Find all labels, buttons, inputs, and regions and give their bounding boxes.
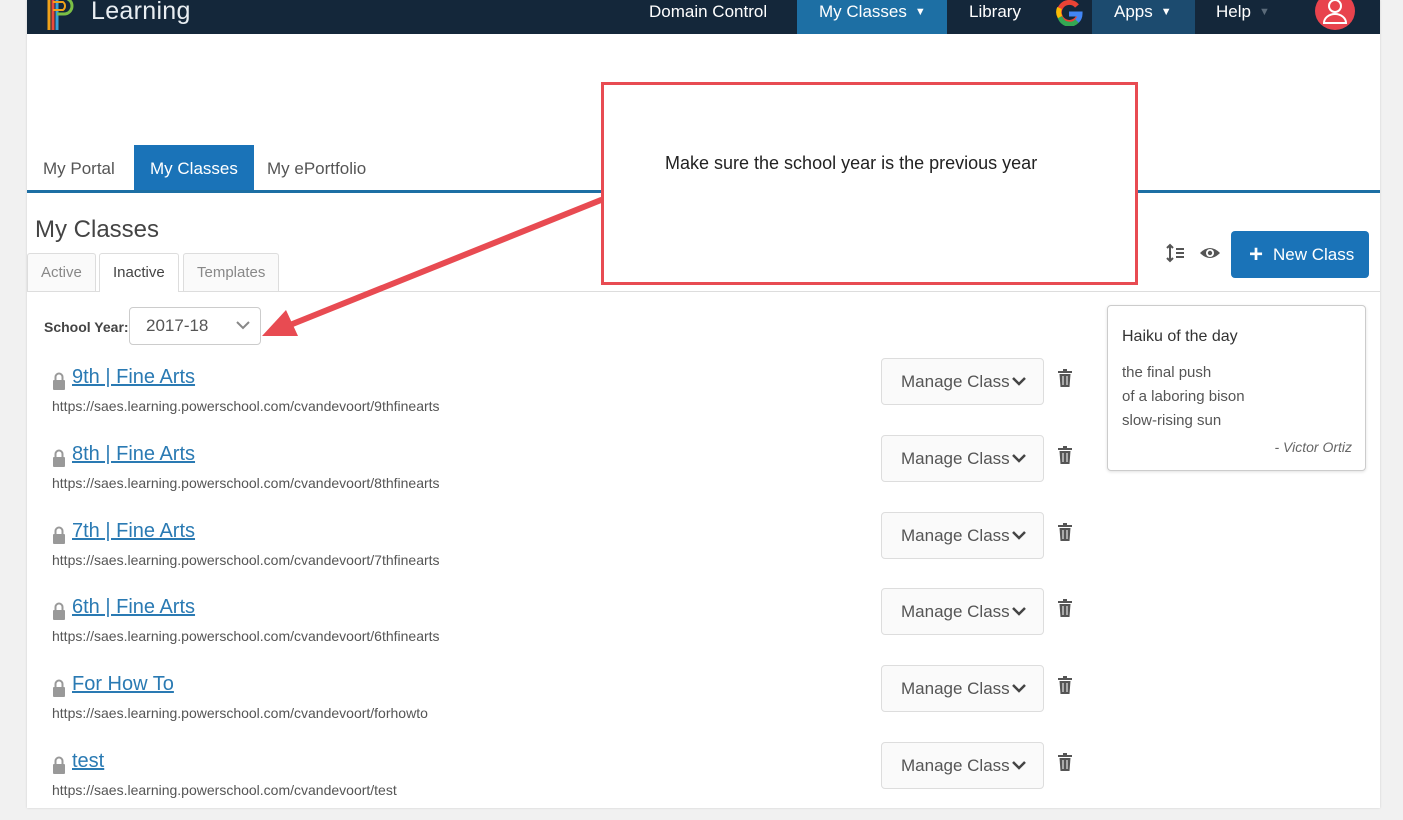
haiku-line: of a laboring bison xyxy=(1122,388,1245,405)
manage-class-button[interactable]: Manage Class xyxy=(881,435,1044,482)
nav-apps[interactable]: Apps ▼ xyxy=(1092,0,1195,34)
chevron-down-icon xyxy=(1012,377,1026,386)
google-icon[interactable] xyxy=(1055,0,1083,26)
manage-class-label: Manage Class xyxy=(901,602,1010,621)
lock-icon xyxy=(53,679,65,697)
trash-icon[interactable] xyxy=(1058,523,1072,541)
page-title: My Classes xyxy=(35,216,160,243)
class-row: 7th | Fine Arts https://saes.learning.po… xyxy=(27,512,1107,590)
trash-icon[interactable] xyxy=(1058,599,1072,617)
class-url: https://saes.learning.powerschool.com/cv… xyxy=(52,705,428,721)
chevron-down-icon xyxy=(1012,607,1026,616)
tab-my-classes-label: My Classes xyxy=(150,159,238,178)
brand-name[interactable]: Learning xyxy=(91,0,191,26)
tab-my-eportfolio[interactable]: My ePortfolio xyxy=(251,145,382,190)
manage-class-label: Manage Class xyxy=(901,526,1010,545)
tab-my-portal-label: My Portal xyxy=(43,159,115,178)
class-link[interactable]: test xyxy=(72,750,104,773)
trash-icon[interactable] xyxy=(1058,676,1072,694)
nav-library-label: Library xyxy=(969,2,1021,21)
sort-icon[interactable] xyxy=(1166,243,1186,263)
chevron-down-icon xyxy=(1012,684,1026,693)
manage-class-label: Manage Class xyxy=(901,679,1010,698)
manage-class-button[interactable]: Manage Class xyxy=(881,358,1044,405)
manage-class-button[interactable]: Manage Class xyxy=(881,588,1044,635)
tab-inactive-label: Inactive xyxy=(113,264,165,281)
class-url: https://saes.learning.powerschool.com/cv… xyxy=(52,398,440,414)
school-year-value: 2017-18 xyxy=(146,316,209,335)
tab-my-eportfolio-label: My ePortfolio xyxy=(267,159,367,178)
haiku-line: slow-rising sun xyxy=(1122,412,1222,429)
class-row: test https://saes.learning.powerschool.c… xyxy=(27,742,1107,820)
chevron-down-icon xyxy=(1012,454,1026,463)
trash-icon[interactable] xyxy=(1058,753,1072,771)
plus-icon: + xyxy=(1249,241,1264,268)
manage-class-button[interactable]: Manage Class xyxy=(881,742,1044,789)
top-navbar: Learning Domain Control My Classes ▼ Libr… xyxy=(27,0,1380,34)
tab-inactive[interactable]: Inactive xyxy=(99,253,179,292)
haiku-line: the final push xyxy=(1122,364,1212,381)
nav-help-label: Help xyxy=(1216,2,1251,21)
manage-class-label: Manage Class xyxy=(901,372,1010,391)
chevron-down-icon: ▼ xyxy=(914,6,926,18)
class-url: https://saes.learning.powerschool.com/cv… xyxy=(52,552,440,568)
chevron-down-icon: ▼ xyxy=(1160,6,1172,18)
haiku-widget: Haiku of the day the final push of a lab… xyxy=(1107,305,1366,471)
nav-my-classes[interactable]: My Classes ▼ xyxy=(797,0,947,34)
nav-domain-control[interactable]: Domain Control xyxy=(633,0,803,34)
class-row: 9th | Fine Arts https://saes.learning.po… xyxy=(27,358,1107,436)
class-row: 8th | Fine Arts https://saes.learning.po… xyxy=(27,435,1107,513)
class-url: https://saes.learning.powerschool.com/cv… xyxy=(52,628,440,644)
nav-my-classes-label: My Classes xyxy=(819,2,907,21)
powerschool-logo-icon[interactable] xyxy=(45,0,75,30)
tab-active[interactable]: Active xyxy=(27,253,96,291)
lock-icon xyxy=(53,526,65,544)
haiku-author: - Victor Ortiz xyxy=(1274,439,1352,455)
manage-class-button[interactable]: Manage Class xyxy=(881,665,1044,712)
tab-my-classes[interactable]: My Classes xyxy=(134,145,254,190)
class-link[interactable]: For How To xyxy=(72,673,174,696)
new-class-button[interactable]: + New Class xyxy=(1231,231,1369,278)
chevron-down-icon xyxy=(236,321,250,330)
tab-templates-label: Templates xyxy=(197,264,266,281)
school-year-select[interactable]: 2017-18 xyxy=(129,307,261,345)
class-link[interactable]: 9th | Fine Arts xyxy=(72,366,195,389)
trash-icon[interactable] xyxy=(1058,446,1072,464)
chevron-down-icon xyxy=(1012,761,1026,770)
class-row: For How To https://saes.learning.powersc… xyxy=(27,665,1107,743)
nav-help[interactable]: Help ▼ xyxy=(1202,0,1292,34)
class-link[interactable]: 8th | Fine Arts xyxy=(72,443,195,466)
lock-icon xyxy=(53,602,65,620)
eye-icon[interactable] xyxy=(1199,245,1221,261)
tab-my-portal[interactable]: My Portal xyxy=(27,145,131,190)
haiku-title: Haiku of the day xyxy=(1122,328,1238,345)
lock-icon xyxy=(53,372,65,390)
class-link[interactable]: 7th | Fine Arts xyxy=(72,520,195,543)
annotation-text: Make sure the school year is the previou… xyxy=(665,153,1038,173)
user-icon xyxy=(1322,0,1348,24)
avatar[interactable] xyxy=(1315,0,1355,30)
nav-apps-label: Apps xyxy=(1114,2,1153,21)
lock-icon xyxy=(53,449,65,467)
nav-domain-control-label: Domain Control xyxy=(649,2,768,21)
nav-library[interactable]: Library xyxy=(953,0,1053,34)
chevron-down-icon: ▼ xyxy=(1258,6,1270,18)
class-link[interactable]: 6th | Fine Arts xyxy=(72,596,195,619)
class-url: https://saes.learning.powerschool.com/cv… xyxy=(52,782,397,798)
annotation-callout: Make sure the school year is the previou… xyxy=(601,82,1138,285)
manage-class-button[interactable]: Manage Class xyxy=(881,512,1044,559)
tab-templates[interactable]: Templates xyxy=(183,253,280,291)
new-class-label: New Class xyxy=(1273,245,1355,264)
class-url: https://saes.learning.powerschool.com/cv… xyxy=(52,475,440,491)
class-row: 6th | Fine Arts https://saes.learning.po… xyxy=(27,588,1107,666)
manage-class-label: Manage Class xyxy=(901,449,1010,468)
manage-class-label: Manage Class xyxy=(901,756,1010,775)
lock-icon xyxy=(53,756,65,774)
trash-icon[interactable] xyxy=(1058,369,1072,387)
school-year-label: School Year: xyxy=(44,319,129,335)
tab-active-label: Active xyxy=(41,264,82,281)
chevron-down-icon xyxy=(1012,531,1026,540)
